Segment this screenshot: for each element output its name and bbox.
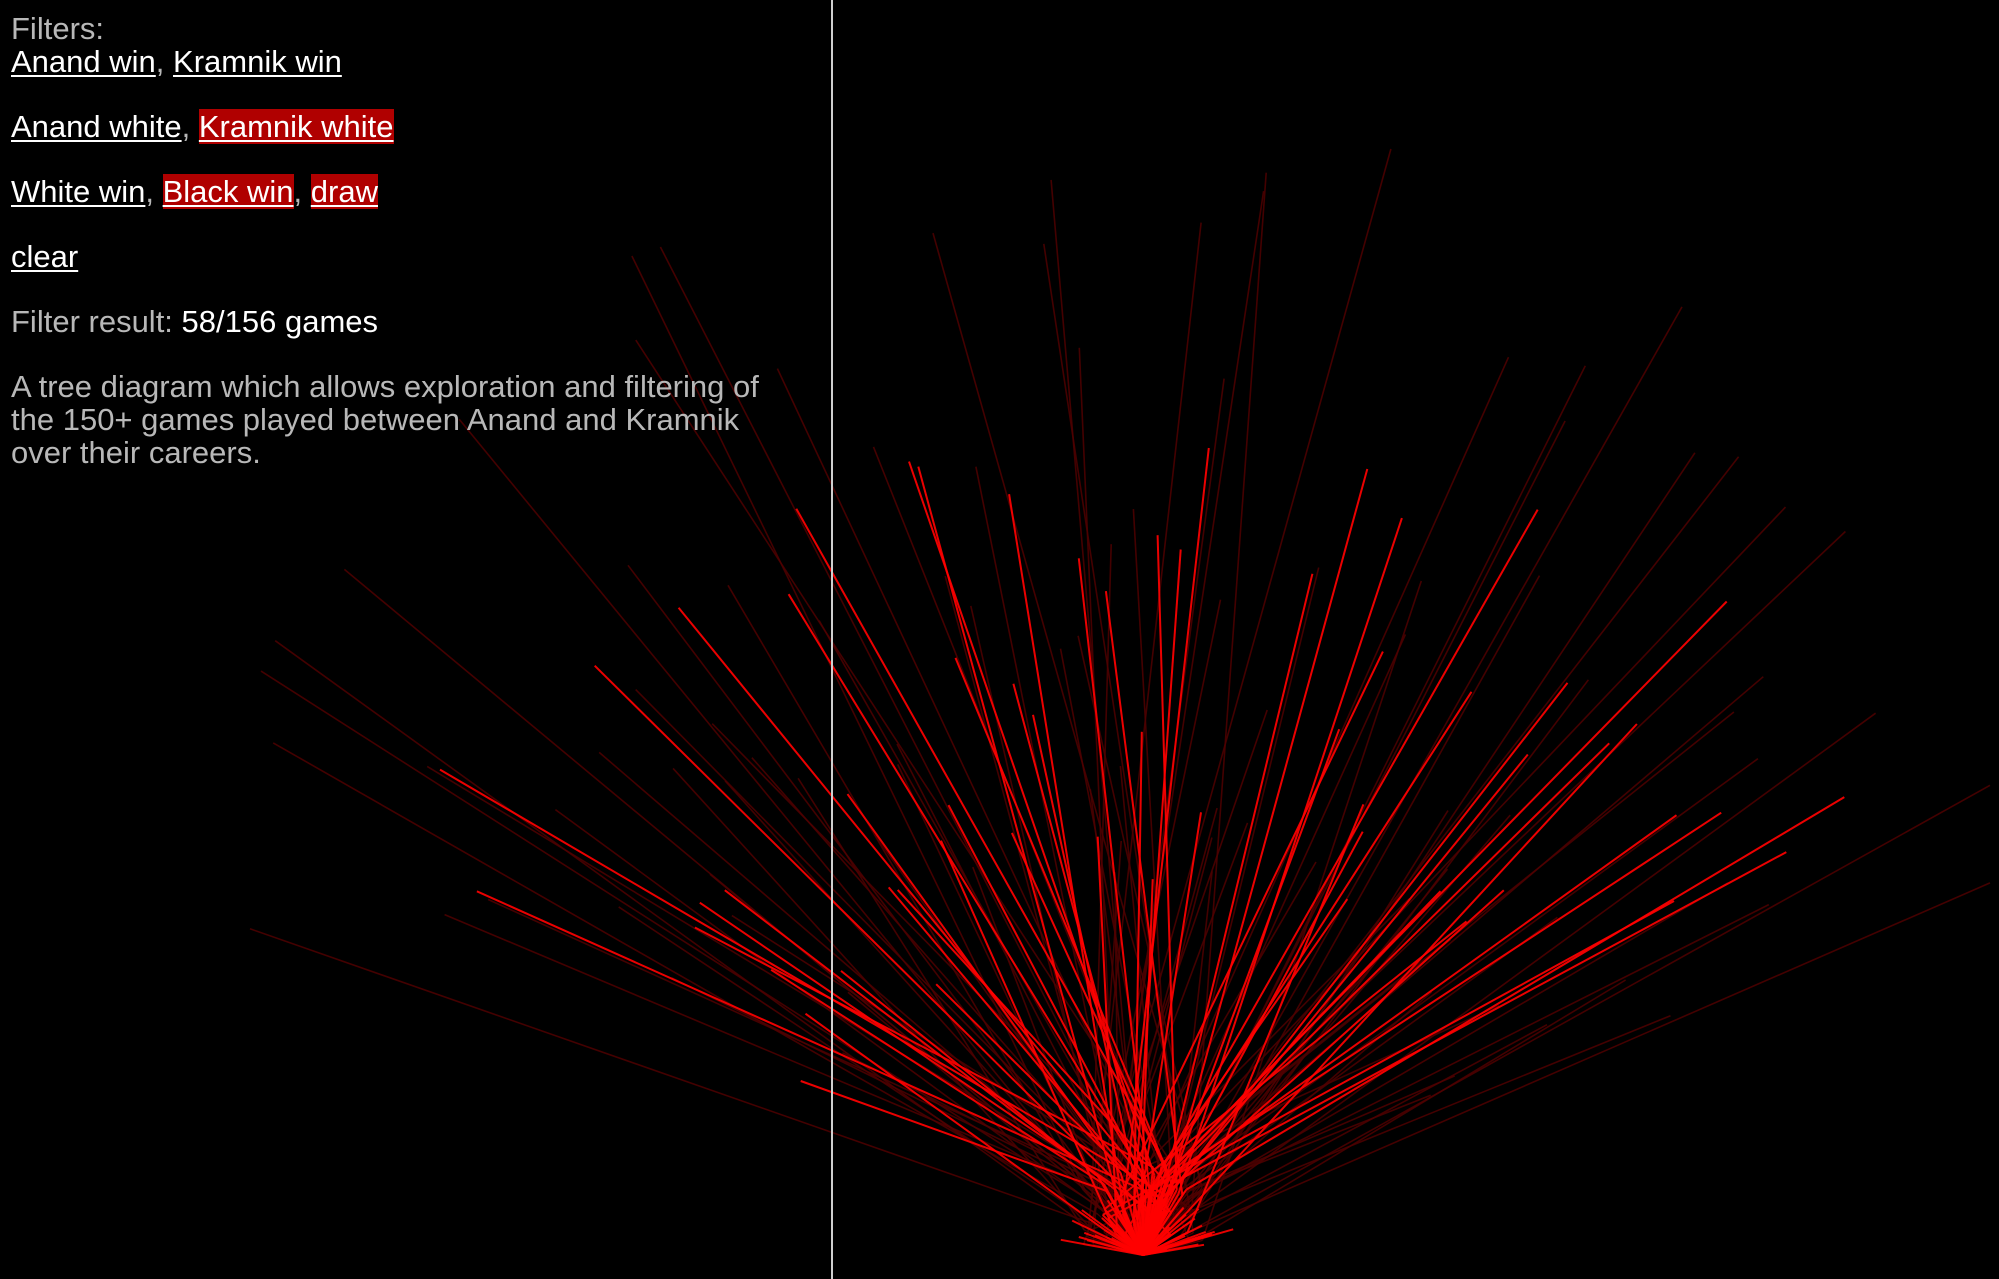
- filter-kramnik-win[interactable]: Kramnik win: [173, 44, 342, 79]
- filter-result-value: 58/156 games: [181, 304, 379, 339]
- tree-branch: [458, 418, 1097, 1197]
- filter-kramnik-white[interactable]: Kramnik white: [198, 109, 394, 144]
- tree-branch: [618, 906, 1102, 1228]
- separator: ,: [145, 174, 163, 209]
- separator: ,: [181, 109, 199, 144]
- tree-branch: [1137, 890, 1442, 1206]
- tree-branch: [917, 466, 1118, 1196]
- tree-branch: [1091, 544, 1112, 1199]
- filter-draw[interactable]: draw: [310, 174, 378, 209]
- filter-anand-win[interactable]: Anand win: [11, 44, 156, 79]
- tree-branch: [1152, 691, 1473, 1188]
- tree-branch: [1136, 753, 1529, 1235]
- filter-white-win[interactable]: White win: [11, 174, 145, 209]
- tree-branch: [1197, 882, 1991, 1230]
- tree-branch: [1160, 898, 1349, 1167]
- filter-black-win[interactable]: Black win: [162, 174, 294, 209]
- description-text: A tree diagram which allows exploration …: [11, 369, 759, 470]
- tree-branch: [1118, 651, 1384, 1199]
- filter-anand-white[interactable]: Anand white: [11, 109, 182, 144]
- tree-branch: [1178, 811, 1722, 1170]
- separator: ,: [155, 44, 174, 79]
- filter-panel: Filters: Anand win, Kramnik win Anand wh…: [11, 12, 801, 501]
- tree-branch: [1123, 506, 1787, 1205]
- tree-branch: [804, 1012, 1105, 1231]
- filter-result-label: Filter result:: [11, 304, 173, 339]
- tree-branch: [1156, 916, 1558, 1208]
- tree-branch: [260, 670, 1129, 1226]
- tree-branch: [1148, 682, 1569, 1221]
- separator: ,: [293, 174, 311, 209]
- clear-filters-link[interactable]: clear: [11, 239, 78, 274]
- highlighted-branches: [439, 447, 1845, 1256]
- filters-label: Filters:: [11, 11, 104, 46]
- panel-divider: [831, 0, 833, 1279]
- tree-branch: [944, 575, 1114, 1202]
